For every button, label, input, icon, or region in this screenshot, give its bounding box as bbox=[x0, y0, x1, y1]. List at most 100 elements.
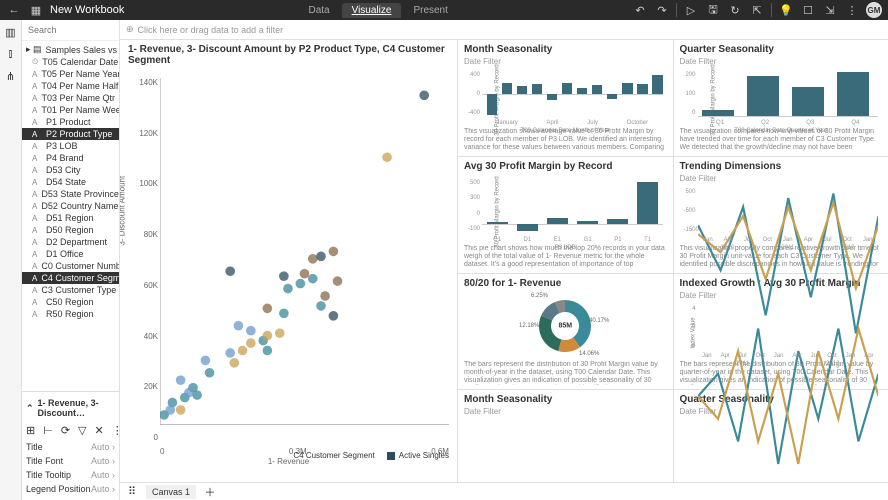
prop-value[interactable]: Auto › bbox=[91, 442, 115, 452]
field-item[interactable]: AD52 Country Name bbox=[22, 200, 119, 212]
pivot-icon[interactable]: ⊞ bbox=[26, 422, 35, 438]
scatter-panel: 1- Revenue, 3- Discount Amount by P2 Pro… bbox=[120, 40, 458, 482]
tab-present[interactable]: Present bbox=[403, 3, 457, 18]
viz-name: 1- Revenue, 3- Discount… bbox=[38, 398, 115, 418]
prop-label: Title Tooltip bbox=[26, 470, 71, 480]
card-sub: Date Filter bbox=[464, 407, 667, 416]
card-chart: Index Value40-4JanAprJulOctJanAprJulOctJ… bbox=[680, 302, 883, 360]
field-item[interactable]: AC3 Customer Type bbox=[22, 284, 119, 296]
redo-icon[interactable]: ↷ bbox=[654, 2, 670, 18]
axis-icon[interactable]: ⊢ bbox=[43, 422, 53, 438]
transpose-icon[interactable]: ⟳ bbox=[61, 422, 70, 438]
tab-visualize[interactable]: Visualize bbox=[342, 3, 402, 18]
field-item[interactable]: AC0 Customer Numbe… bbox=[22, 260, 119, 272]
field-item[interactable]: AT05 Per Name Year bbox=[22, 68, 119, 80]
insight-card[interactable]: Trending Dimensions Date Filter 500-500-15… bbox=[674, 157, 888, 273]
play-icon[interactable]: ▷ bbox=[683, 2, 699, 18]
add-canvas-icon[interactable]: ＋ bbox=[202, 484, 218, 500]
field-item[interactable]: AD53 City bbox=[22, 164, 119, 176]
prop-label: Legend Position bbox=[26, 484, 91, 494]
field-item[interactable]: AP3 LOB bbox=[22, 140, 119, 152]
chart-pane-icon[interactable]: ⫾ bbox=[3, 46, 19, 62]
mode-tabs: Data Visualize Present bbox=[124, 3, 632, 18]
legend-swatch bbox=[387, 452, 395, 460]
filter-plus-icon[interactable]: ⊕ bbox=[126, 24, 134, 35]
save-icon[interactable]: 🖫 bbox=[705, 2, 721, 18]
field-item[interactable]: AD50 Region bbox=[22, 224, 119, 236]
card-chart: 40.17%14.06%6.25%12.18%85M bbox=[464, 293, 667, 360]
dataset-root[interactable]: ▸ ▤Samples Sales vs bbox=[22, 43, 119, 56]
card-chart bbox=[680, 418, 883, 476]
scatter-chart[interactable]: 3- Discount Amount 140K120K100K80K60K40K… bbox=[120, 70, 457, 482]
field-item[interactable]: AP4 Brand bbox=[22, 152, 119, 164]
prop-value[interactable]: Auto › bbox=[91, 484, 115, 494]
field-item[interactable]: AT04 Per Name Half bbox=[22, 80, 119, 92]
workbook-icon: ▦ bbox=[28, 2, 44, 18]
card-title: 80/20 for 1- Revenue bbox=[464, 278, 667, 289]
insight-card[interactable]: Month SeasonalityDate Filter30 Profit Ma… bbox=[458, 40, 673, 156]
insight-card[interactable]: Month Seasonality Date Filter bbox=[458, 390, 673, 482]
canvas-tab[interactable]: Canvas 1 bbox=[146, 485, 196, 499]
avatar[interactable]: GM bbox=[866, 2, 882, 18]
data-pane-icon[interactable]: ▥ bbox=[3, 24, 19, 40]
share-icon[interactable]: ⇲ bbox=[822, 2, 838, 18]
field-item[interactable]: AR50 Region bbox=[22, 308, 119, 320]
canvas-area: ⊕ Click here or drag data to add a filte… bbox=[120, 20, 888, 500]
card-title: Month Seasonality bbox=[464, 394, 667, 405]
field-item[interactable]: AC50 Region bbox=[22, 296, 119, 308]
color-icon[interactable]: ✕ bbox=[95, 422, 104, 438]
card-title: Quarter Seasonality bbox=[680, 44, 883, 55]
prop-value[interactable]: Auto › bbox=[91, 456, 115, 466]
scatter-ylabel: 3- Discount Amount bbox=[120, 176, 127, 246]
field-item[interactable]: AC4 Customer Segme… bbox=[22, 272, 119, 284]
bulb-icon[interactable]: 💡 bbox=[778, 2, 794, 18]
divider bbox=[771, 3, 772, 17]
card-title: Trending Dimensions bbox=[680, 161, 883, 172]
field-item[interactable]: ⏲T05 Calendar Date bbox=[22, 56, 119, 68]
workbook-title: New Workbook bbox=[50, 4, 124, 16]
card-sub: Date Filter bbox=[680, 174, 883, 183]
tab-data[interactable]: Data bbox=[298, 3, 339, 18]
insight-cards: Month Seasonality Date Filter 30 Profit Ma… bbox=[458, 40, 888, 482]
field-item[interactable]: AT01 Per Name Week bbox=[22, 104, 119, 116]
field-item[interactable]: AD1 Office bbox=[22, 248, 119, 260]
prop-label: Title bbox=[26, 442, 43, 452]
field-item[interactable]: AP1 Product bbox=[22, 116, 119, 128]
menu-icon[interactable]: ⋮ bbox=[844, 2, 860, 18]
search-input[interactable] bbox=[26, 23, 120, 37]
field-item[interactable]: AD53 State Province bbox=[22, 188, 119, 200]
refresh-icon[interactable]: ↻ bbox=[727, 2, 743, 18]
field-item[interactable]: AD51 Region bbox=[22, 212, 119, 224]
expand-icon[interactable]: ⌃ bbox=[26, 403, 34, 414]
filter-bar[interactable]: ⊕ Click here or drag data to add a filte… bbox=[120, 20, 888, 40]
card-title: Avg 30 Profit Margin by Record bbox=[464, 161, 667, 172]
insight-card[interactable]: Quarter SeasonalityDate Filter30 Profit … bbox=[674, 40, 888, 156]
card-chart: 500-500-1500JanAprJulOctJanAprJulOctJan2… bbox=[680, 185, 883, 243]
card-desc: The bars represent the distribution of 3… bbox=[464, 361, 667, 385]
canvas-tabs: ⠿ Canvas 1 ＋ bbox=[120, 482, 888, 500]
card-chart: 30 Profit Margin by Record5003000-100C1D… bbox=[464, 176, 667, 243]
filter-icon[interactable]: ▽ bbox=[78, 422, 86, 438]
card-chart bbox=[464, 418, 667, 476]
prop-value[interactable]: Auto › bbox=[91, 470, 115, 480]
back-icon[interactable]: ← bbox=[6, 2, 22, 18]
undo-icon[interactable]: ↶ bbox=[632, 2, 648, 18]
sidebar: ＋ ▸ ▤Samples Sales vs ⏲T05 Calendar Date… bbox=[22, 20, 120, 500]
analytics-pane-icon[interactable]: ⋔ bbox=[3, 68, 19, 84]
bookmark-icon[interactable]: ☐ bbox=[800, 2, 816, 18]
export-icon[interactable]: ⇱ bbox=[749, 2, 765, 18]
field-item[interactable]: AD2 Department bbox=[22, 236, 119, 248]
field-item[interactable]: AD54 State bbox=[22, 176, 119, 188]
more-icon[interactable]: ⋮ bbox=[112, 422, 120, 438]
grip-icon[interactable]: ⠿ bbox=[124, 484, 140, 500]
card-title: Month Seasonality bbox=[464, 44, 667, 55]
scatter-title: 1- Revenue, 3- Discount Amount by P2 Pro… bbox=[120, 40, 457, 70]
topbar: ← ▦ New Workbook Data Visualize Present … bbox=[0, 0, 888, 20]
legend-title: C4 Customer Segment bbox=[293, 451, 374, 460]
field-item[interactable]: AT03 Per Name Qtr bbox=[22, 92, 119, 104]
field-tree: ▸ ▤Samples Sales vs ⏲T05 Calendar DateAT… bbox=[22, 41, 119, 391]
field-item[interactable]: AP2 Product Type bbox=[22, 128, 119, 140]
filter-hint: Click here or drag data to add a filter bbox=[138, 25, 284, 35]
insight-card[interactable]: Avg 30 Profit Margin by Record 30 Profit … bbox=[458, 157, 673, 273]
insight-card[interactable]: 80/20 for 1- Revenue 40.17%14.06%6.25%12.… bbox=[458, 274, 673, 390]
